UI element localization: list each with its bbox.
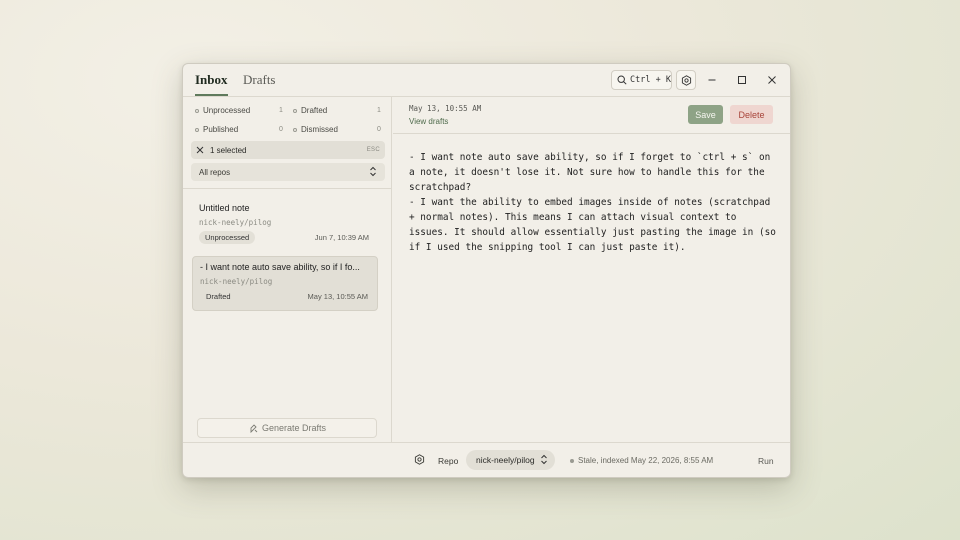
view-drafts-link[interactable]: View drafts <box>409 117 448 126</box>
note-repo: nick-neely/pilog <box>200 277 273 286</box>
note-title: - I want note auto save ability, so if I… <box>200 262 360 272</box>
filter-label: Dismissed <box>301 125 338 134</box>
note-editor[interactable]: - I want note auto save ability, so if I… <box>409 150 779 255</box>
repo-select[interactable]: nick-neely/pilog <box>466 450 555 470</box>
filter-drafted[interactable]: Drafted 1 <box>293 106 383 115</box>
maximize-icon <box>738 76 746 84</box>
note-date: May 13, 10:55 AM <box>307 292 368 301</box>
repo-label: Repo <box>438 456 459 466</box>
selection-bar: 1 selected ESC <box>191 141 385 159</box>
close-icon <box>768 76 776 84</box>
status-dot-icon <box>570 458 574 463</box>
chevron-updown-icon <box>540 454 547 465</box>
note-date: Jun 7, 10:39 AM <box>314 233 369 242</box>
title-bar: Inbox Drafts Ctrl + K <box>183 64 790 97</box>
search-icon <box>617 75 627 85</box>
filter-published[interactable]: Published 0 <box>195 125 283 134</box>
search-button[interactable]: Ctrl + K <box>611 70 672 90</box>
filter-count: 0 <box>279 126 283 133</box>
editor-header: May 13, 10:55 AM View drafts Save Delete <box>393 97 790 134</box>
filter-dismissed[interactable]: Dismissed 0 <box>293 125 383 134</box>
maximize-button[interactable] <box>734 72 750 88</box>
filter-label: Published <box>203 125 239 134</box>
filter-dot-icon <box>293 127 297 132</box>
status-badge: Unprocessed <box>199 231 256 244</box>
note-list-item-selected[interactable]: - I want note auto save ability, so if I… <box>192 256 378 311</box>
filter-count: 0 <box>377 126 381 133</box>
filter-dot-icon <box>293 108 297 113</box>
index-status-text: Stale, indexed May 22, 2026, 8:55 AM <box>578 456 714 465</box>
filter-label: Unprocessed <box>203 106 251 115</box>
selection-count: 1 selected <box>210 145 247 155</box>
note-repo: nick-neely/pilog <box>199 218 272 227</box>
app-window: Inbox Drafts Ctrl + K Unprocessed 1 Draf… <box>182 63 791 478</box>
divider <box>183 188 392 189</box>
close-button[interactable] <box>764 72 780 88</box>
gear-icon[interactable] <box>414 454 425 465</box>
save-button[interactable]: Save <box>688 105 723 124</box>
status-badge: Drafted <box>206 292 231 301</box>
run-button[interactable]: Run <box>758 456 774 466</box>
settings-button[interactable] <box>676 70 696 90</box>
repo-filter-label: All repos <box>199 167 231 177</box>
repo-filter-select[interactable]: All repos <box>191 163 385 181</box>
repo-select-value: nick-neely/pilog <box>476 455 535 465</box>
minimize-icon <box>708 79 716 81</box>
sparkle-icon <box>250 424 258 433</box>
filter-count: 1 <box>279 107 283 114</box>
note-title: Untitled note <box>199 203 250 213</box>
search-shortcut: Ctrl + K <box>630 75 671 85</box>
note-list-item[interactable]: Untitled note nick-neely/pilog Unprocess… <box>192 198 378 253</box>
filter-dot-icon <box>195 108 199 113</box>
editor-footer: Repo nick-neely/pilog Stale, indexed May… <box>393 443 790 477</box>
generate-drafts-label: Generate Drafts <box>261 423 327 433</box>
esc-hint: ESC <box>366 147 380 153</box>
sidebar: Unprocessed 1 Drafted 1 Published 0 Dism… <box>183 97 392 442</box>
clear-selection-icon[interactable] <box>196 146 204 154</box>
delete-button[interactable]: Delete <box>730 105 773 124</box>
filter-dot-icon <box>195 127 199 132</box>
chevron-updown-icon <box>370 166 376 177</box>
minimize-button[interactable] <box>704 72 720 88</box>
filter-label: Drafted <box>301 106 328 115</box>
gear-icon <box>681 74 691 86</box>
note-timestamp: May 13, 10:55 AM <box>409 104 482 113</box>
filter-count: 1 <box>377 107 381 114</box>
tab-drafts[interactable]: Drafts <box>243 72 276 88</box>
filter-unprocessed[interactable]: Unprocessed 1 <box>195 106 283 115</box>
tab-inbox[interactable]: Inbox <box>195 72 228 96</box>
index-status: Stale, indexed May 22, 2026, 8:55 AM <box>570 456 713 465</box>
generate-drafts-button[interactable]: Generate Drafts <box>197 418 377 438</box>
